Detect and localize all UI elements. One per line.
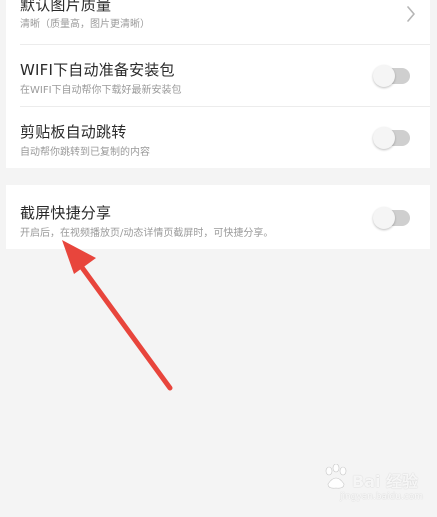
setting-wifi-package-subtitle: 在WIFI下自动帮你下载好最新安装包 [20,85,182,96]
toggle-knob [373,65,395,87]
settings-page: 默认图片质量 清晰（质量高，图片更清晰） WIFI下自动准备安装包 在WIFI下… [0,0,437,517]
settings-group-share: 截屏快捷分享 开启后，在视频播放页/动态详情页截屏时，可快捷分享。 [6,185,430,249]
setting-image-quality[interactable]: 默认图片质量 清晰（质量高，图片更清晰） [6,0,430,44]
setting-screenshot-share[interactable]: 截屏快捷分享 开启后，在视频播放页/动态详情页截屏时，可快捷分享。 [6,185,430,249]
wifi-package-toggle[interactable] [373,65,410,87]
watermark-brand: Bai 经验 [352,472,419,491]
setting-screenshot-share-title: 截屏快捷分享 [20,204,112,222]
setting-screenshot-share-subtitle: 开启后，在视频播放页/动态详情页截屏时，可快捷分享。 [20,228,274,239]
paw-logo-icon [325,464,347,489]
clipboard-jump-toggle[interactable] [373,127,410,149]
screenshot-share-toggle[interactable] [373,207,410,229]
setting-clipboard-jump-title: 剪贴板自动跳转 [20,123,127,141]
watermark-url: jingyan.baidu.com [340,492,424,502]
setting-wifi-package-title: WIFI下自动准备安装包 [20,61,175,79]
setting-clipboard-jump[interactable]: 剪贴板自动跳转 自动帮你跳转到已复制的内容 [6,107,430,168]
setting-image-quality-subtitle: 清晰（质量高，图片更清晰） [20,19,150,30]
setting-image-quality-title: 默认图片质量 [20,0,112,14]
setting-wifi-package[interactable]: WIFI下自动准备安装包 在WIFI下自动帮你下载好最新安装包 [6,45,430,106]
toggle-knob [373,207,395,229]
settings-group-general: 默认图片质量 清晰（质量高，图片更清晰） WIFI下自动准备安装包 在WIFI下… [6,0,430,168]
toggle-knob [373,127,395,149]
setting-clipboard-jump-subtitle: 自动帮你跳转到已复制的内容 [20,147,150,158]
chevron-right-icon [407,6,415,22]
watermark: Bai 经验 jingyan.baidu.com [318,462,430,508]
